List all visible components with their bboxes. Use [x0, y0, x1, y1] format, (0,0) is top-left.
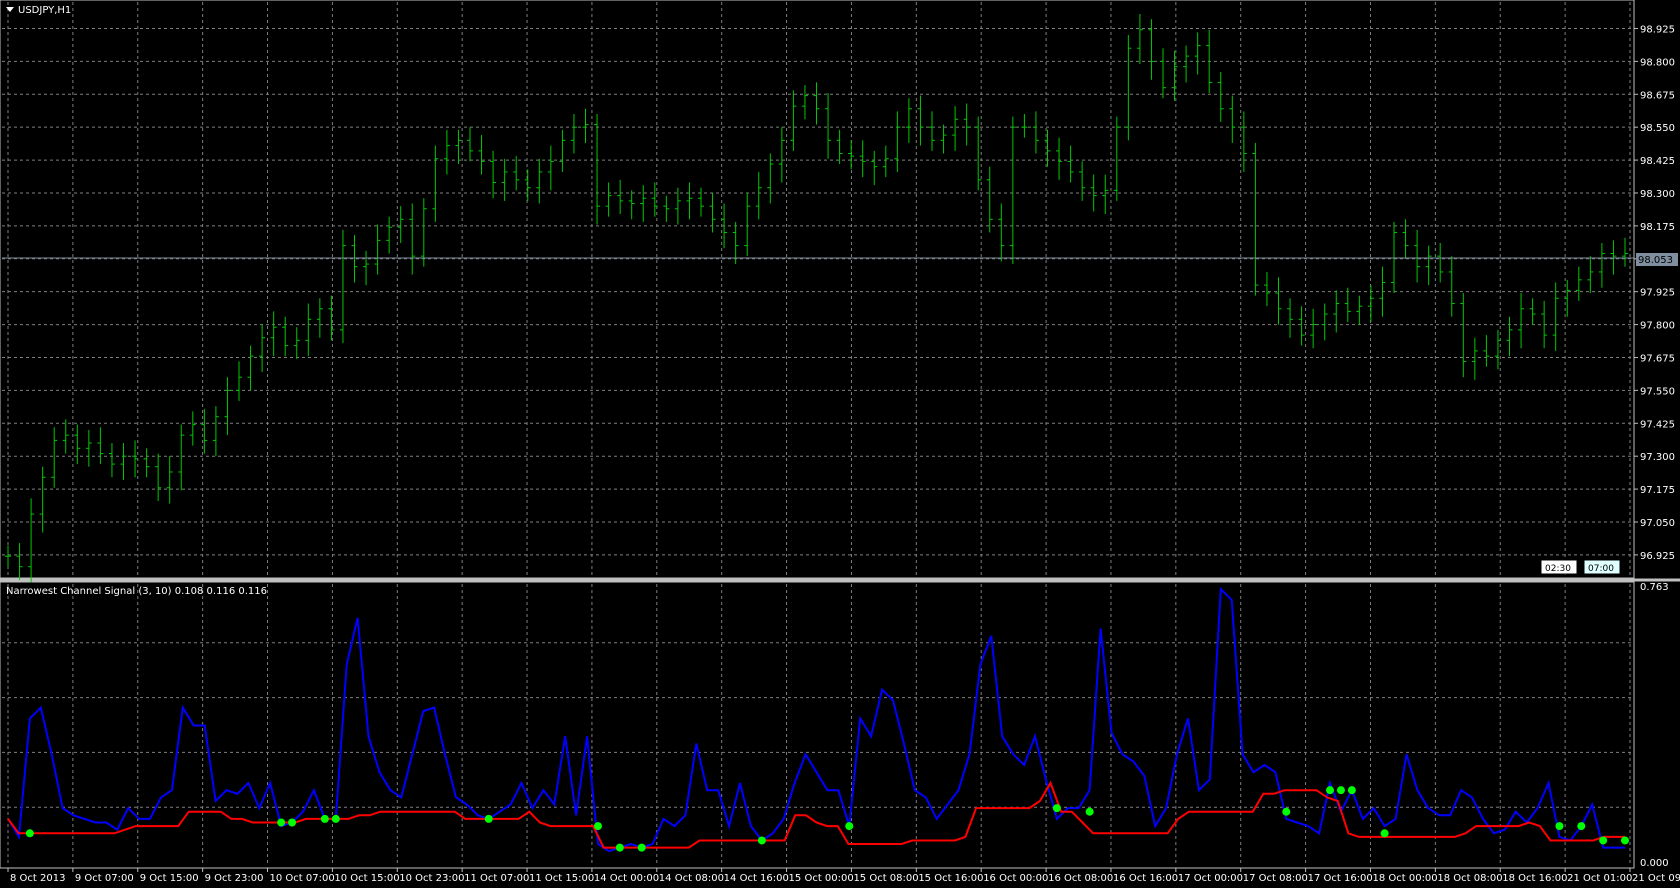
signal-dot [320, 814, 329, 823]
price-axis: 98.925 98.800 98.675 98.550 98.425 98.300 98.1… [1634, 24, 1675, 562]
signal-dot [331, 814, 340, 823]
time-tick-label: 11 Oct 15:00 [529, 873, 594, 884]
signal-dot [1282, 807, 1291, 816]
time-tick-label: 14 Oct 16:00 [724, 873, 789, 884]
signal-dot [288, 818, 297, 827]
time-tick-label: 10 Oct 23:00 [399, 873, 464, 884]
signal-dot [277, 818, 286, 827]
price-tick-label: 96.925 [1640, 551, 1675, 562]
signal-dot [1577, 822, 1586, 831]
price-tick-label: 98.800 [1640, 57, 1675, 68]
time-tick-label: 9 Oct 15:00 [140, 873, 199, 884]
time-tick-label: 8 Oct 2013 [10, 873, 65, 884]
time-tick-label: 11 Oct 07:00 [464, 873, 529, 884]
time-tick-label: 15 Oct 16:00 [918, 873, 983, 884]
signal-dot [1555, 822, 1564, 831]
indicator-y-bottom: 0.000 [1640, 858, 1669, 869]
time-tick-label: 16 Oct 08:00 [1048, 873, 1113, 884]
signal-dot [615, 843, 624, 852]
signal-dot [1085, 807, 1094, 816]
price-tick-label: 98.425 [1640, 156, 1675, 167]
indicator-y-top: 0.763 [1640, 582, 1669, 593]
time-axis: 8 Oct 2013 9 Oct 07:00 9 Oct 15:00 9 Oct 23… [7, 868, 1680, 884]
current-price-value: 98.053 [1638, 255, 1673, 266]
price-tick-label: 98.925 [1640, 24, 1675, 35]
time-tick-label: 14 Oct 00:00 [594, 873, 659, 884]
time-tick-label: 17 Oct 08:00 [1243, 873, 1308, 884]
price-tick-label: 98.300 [1640, 189, 1675, 200]
time-marker-close: 07:00 [1588, 564, 1614, 574]
time-tick-label: 18 Oct 16:00 [1502, 873, 1567, 884]
time-tick-label: 21 Oct 01:00 [1567, 873, 1632, 884]
chart-title: USDJPY,H1 [18, 5, 71, 16]
time-tick-label: 16 Oct 16:00 [1113, 873, 1178, 884]
time-tick-label: 17 Oct 00:00 [1178, 873, 1243, 884]
time-tick-label: 14 Oct 08:00 [659, 873, 724, 884]
price-tick-label: 97.675 [1640, 353, 1675, 364]
time-tick-label: 15 Oct 00:00 [789, 873, 854, 884]
signal-dot [25, 829, 34, 838]
current-price-tag: 98.053 [1636, 253, 1678, 266]
signal-dot [845, 822, 854, 831]
signal-dot [757, 836, 766, 845]
price-tick-label: 97.175 [1640, 485, 1675, 496]
price-tick-label: 97.425 [1640, 419, 1675, 430]
price-tick-label: 97.050 [1640, 518, 1675, 529]
time-tick-label: 16 Oct 00:00 [983, 873, 1048, 884]
time-tick-label: 15 Oct 08:00 [853, 873, 918, 884]
signal-dot [1052, 804, 1061, 813]
time-tick-label: 18 Oct 00:00 [1372, 873, 1437, 884]
time-tick-label: 21 Oct 09:00 [1632, 873, 1680, 884]
price-tick-label: 97.800 [1640, 321, 1675, 332]
indicator-label: Narrowest Channel Signal (3, 10) 0.108 0… [6, 586, 267, 597]
time-tick-label: 17 Oct 16:00 [1308, 873, 1373, 884]
signal-dot [1326, 786, 1335, 795]
signal-dot [1347, 786, 1356, 795]
signal-dot [1599, 836, 1608, 845]
price-tick-label: 98.675 [1640, 90, 1675, 101]
price-tick-label: 97.550 [1640, 386, 1675, 397]
time-tick-label: 9 Oct 23:00 [205, 873, 264, 884]
price-tick-label: 98.175 [1640, 222, 1675, 233]
time-tick-label: 9 Oct 07:00 [75, 873, 134, 884]
time-tick-label: 10 Oct 07:00 [270, 873, 335, 884]
signal-dot [484, 814, 493, 823]
price-tick-label: 97.300 [1640, 452, 1675, 463]
time-marker-open: 02:30 [1545, 564, 1571, 574]
mt4-chart-window[interactable]: 98.925 98.800 98.675 98.550 98.425 98.300 98.1… [0, 0, 1680, 888]
signal-dot [637, 843, 646, 852]
indicator-panel-frame [0, 581, 1635, 869]
signal-dot [1380, 829, 1389, 838]
time-tick-label: 18 Oct 08:00 [1437, 873, 1502, 884]
signal-dot [593, 822, 602, 831]
signal-dot [1336, 786, 1345, 795]
signal-dot [1621, 836, 1629, 845]
time-tick-label: 10 Oct 15:00 [334, 873, 399, 884]
price-tick-label: 97.925 [1640, 288, 1675, 299]
price-tick-label: 98.550 [1640, 123, 1675, 134]
